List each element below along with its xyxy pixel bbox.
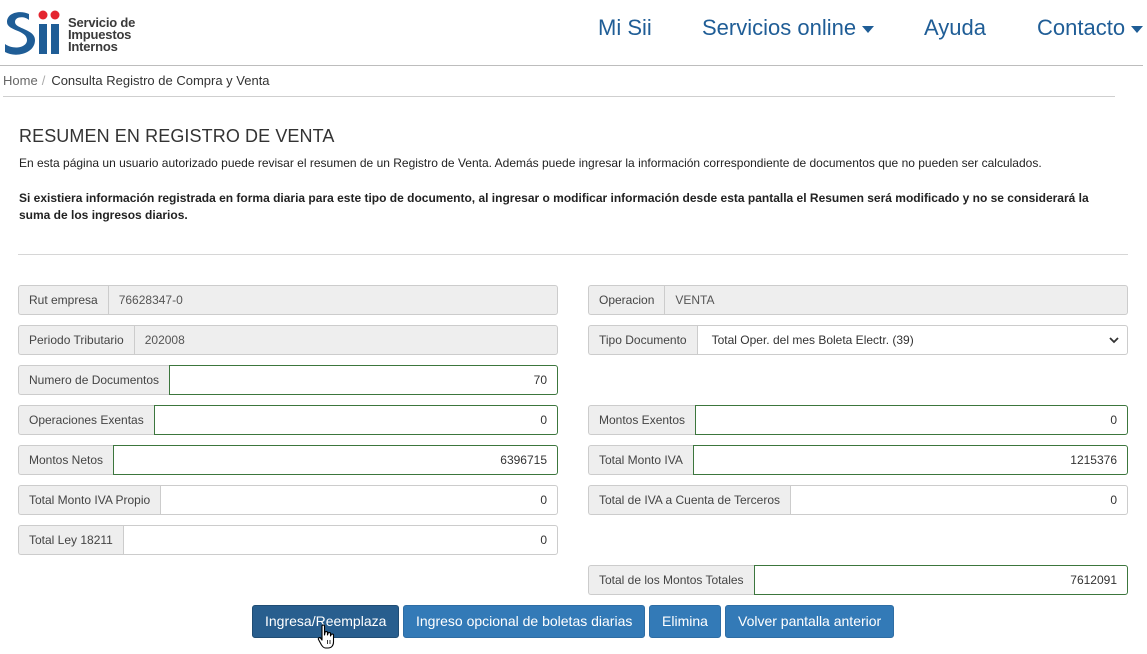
nav-servicios-online[interactable]: Servicios online [702, 15, 875, 45]
breadcrumb-divider [3, 96, 1115, 97]
tipo-documento-selected: Total Oper. del mes Boleta Electr. (39) [711, 333, 914, 347]
header-divider [0, 65, 1143, 66]
iva-terceros-input[interactable]: 0 [790, 485, 1128, 515]
montos-totales-label: Total de los Montos Totales [588, 565, 754, 595]
total-monto-iva-input[interactable]: 1215376 [692, 445, 1128, 475]
ley-18211-label: Total Ley 18211 [18, 525, 123, 555]
elimina-button[interactable]: Elimina [649, 605, 721, 638]
iva-propio-input[interactable]: 0 [160, 485, 558, 515]
logo-line-3: Internos [68, 39, 118, 54]
nav-mi-sii[interactable]: Mi Sii [598, 15, 652, 45]
operaciones-exentas-group: Operaciones Exentas 0 [18, 405, 558, 435]
tipo-documento-select[interactable]: Total Oper. del mes Boleta Electr. (39) [696, 325, 1128, 355]
montos-netos-label: Montos Netos [18, 445, 114, 475]
iva-propio-group: Total Monto IVA Propio 0 [18, 485, 558, 515]
section-divider [18, 254, 1128, 255]
rut-empresa-value: 76628347-0 [107, 285, 558, 315]
operaciones-exentas-label: Operaciones Exentas [18, 405, 154, 435]
total-monto-iva-group: Total Monto IVA 1215376 [588, 445, 1128, 475]
montos-netos-group: Montos Netos 6396715 [18, 445, 558, 475]
nav-ayuda-label: Ayuda [924, 15, 986, 40]
ley-18211-group: Total Ley 18211 0 [18, 525, 558, 555]
nav-servicios-online-label: Servicios online [702, 15, 857, 40]
total-monto-iva-label: Total Monto IVA [588, 445, 693, 475]
montos-exentos-label: Montos Exentos [588, 405, 696, 435]
caret-down-icon [1131, 25, 1144, 33]
numero-documentos-input[interactable]: 70 [169, 365, 558, 395]
montos-exentos-input[interactable]: 0 [695, 405, 1128, 435]
nav-contacto-label: Contacto [1037, 15, 1126, 40]
breadcrumb: Home / Consulta Registro de Compra y Venta [3, 73, 270, 88]
volver-button[interactable]: Volver pantalla anterior [725, 605, 894, 638]
page-warning: Si existiera información registrada en f… [19, 191, 1089, 222]
tipo-documento-label: Tipo Documento [588, 325, 697, 355]
page-description: En esta página un usuario autorizado pue… [19, 156, 1042, 170]
iva-propio-label: Total Monto IVA Propio [18, 485, 161, 515]
chevron-down-icon [1109, 337, 1119, 344]
ley-18211-input[interactable]: 0 [122, 525, 558, 555]
iva-terceros-group: Total de IVA a Cuenta de Terceros 0 [588, 485, 1128, 515]
breadcrumb-home-link[interactable]: Home [3, 73, 38, 88]
nav-ayuda[interactable]: Ayuda [924, 15, 986, 45]
operacion-label: Operacion [588, 285, 665, 315]
breadcrumb-current: Consulta Registro de Compra y Venta [51, 73, 270, 88]
periodo-tributario-group: Periodo Tributario 202008 [18, 325, 558, 355]
logo-text: Servicio de Impuestos Internos [68, 16, 158, 54]
rut-empresa-group: Rut empresa 76628347-0 [18, 285, 558, 315]
rut-empresa-label: Rut empresa [18, 285, 108, 315]
periodo-tributario-label: Periodo Tributario [18, 325, 134, 355]
nav-mi-sii-label: Mi Sii [598, 15, 652, 40]
ingreso-opcional-button[interactable]: Ingreso opcional de boletas diarias [403, 605, 645, 638]
hand-cursor-icon [317, 624, 335, 649]
caret-down-icon [862, 25, 875, 33]
operacion-value: VENTA [664, 285, 1128, 315]
page-title: RESUMEN EN REGISTRO DE VENTA [19, 126, 335, 146]
operaciones-exentas-input[interactable]: 0 [153, 405, 558, 435]
montos-exentos-group: Montos Exentos 0 [588, 405, 1128, 435]
periodo-tributario-value: 202008 [133, 325, 558, 355]
nav-contacto[interactable]: Contacto [1037, 15, 1144, 45]
numero-documentos-label: Numero de Documentos [18, 365, 170, 395]
iva-terceros-label: Total de IVA a Cuenta de Terceros [588, 485, 791, 515]
montos-totales-input[interactable]: 7612091 [753, 565, 1128, 595]
montos-netos-input[interactable]: 6396715 [113, 445, 558, 475]
montos-totales-group: Total de los Montos Totales 7612091 [588, 565, 1128, 595]
numero-documentos-group: Numero de Documentos 70 [18, 365, 558, 395]
operacion-group: Operacion VENTA [588, 285, 1128, 315]
tipo-documento-group: Tipo Documento Total Oper. del mes Bolet… [588, 325, 1128, 355]
breadcrumb-separator: / [41, 73, 46, 88]
site-header: Servicio de Impuestos Internos Mi Sii Se… [0, 0, 1147, 66]
